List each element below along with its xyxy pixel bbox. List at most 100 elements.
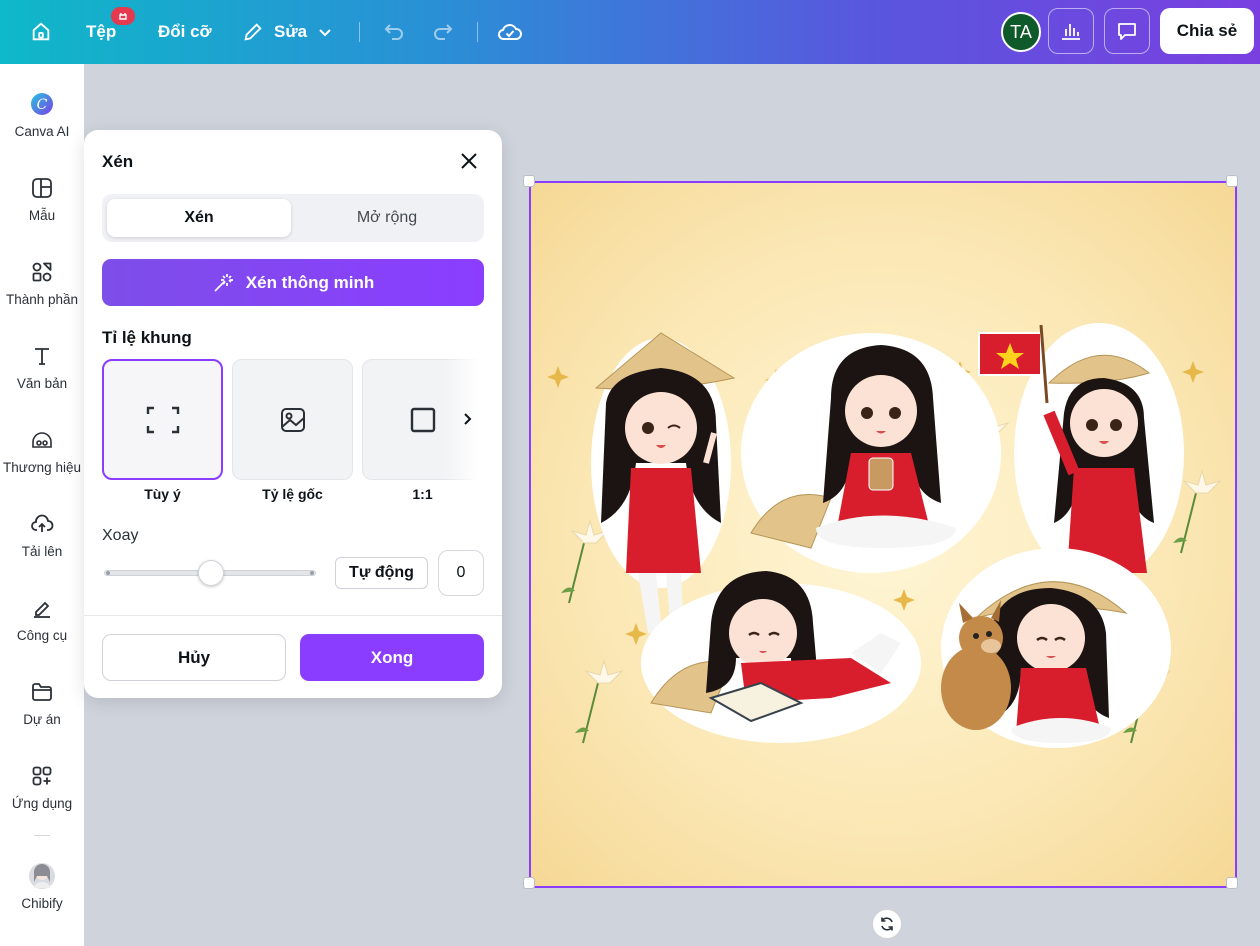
resize-handle-top-left[interactable] [523, 175, 535, 187]
square-icon [410, 407, 435, 432]
sidebar-item-label: Chibify [21, 896, 63, 911]
sidebar-divider [34, 835, 50, 836]
ratio-scroll-next[interactable] [456, 408, 478, 430]
rotate-value: 0 [456, 564, 466, 581]
edit-label: Sửa [274, 22, 308, 41]
sidebar-item-label: Tải lên [21, 544, 63, 559]
home-button[interactable] [22, 14, 60, 50]
sidebar-item-label: Ứng dụng [11, 796, 73, 811]
notification-badge [111, 7, 135, 25]
rotate-slider-thumb[interactable] [198, 560, 224, 586]
bug-icon [119, 13, 127, 20]
home-icon [32, 22, 50, 41]
sidebar-item-canva-ai[interactable]: C Canva AI [0, 90, 84, 139]
comment-button[interactable] [1104, 8, 1150, 54]
redo-icon [434, 24, 453, 40]
chibify-avatar [28, 862, 56, 890]
brand-icon [28, 426, 56, 454]
undo-button[interactable] [378, 16, 410, 48]
tools-icon [28, 594, 56, 622]
elements-icon [28, 258, 56, 286]
chibi-girl-hat-peace [591, 332, 736, 633]
slider-max-dot [310, 571, 314, 575]
ratio-label: Tỷ lệ gốc [262, 486, 323, 502]
resize-label: Đổi cỡ [158, 22, 212, 41]
resize-handle-bottom-left[interactable] [523, 877, 535, 889]
sidebar-item-text[interactable]: Văn bản [0, 342, 84, 391]
auto-rotate-button[interactable]: Tự động [335, 557, 428, 589]
edit-menu[interactable]: Sửa [242, 16, 333, 48]
chibi-stickers-artwork [547, 323, 1222, 748]
rotate-value-input[interactable]: 0 [438, 550, 484, 596]
sidebar-item-projects[interactable]: Dự án [0, 678, 84, 727]
sidebar-item-tools[interactable]: Công cụ [0, 594, 84, 643]
rotate-icon [881, 917, 893, 931]
sidebar-item-upload[interactable]: Tải lên [0, 510, 84, 559]
file-menu[interactable]: Tệp [86, 18, 116, 46]
smart-crop-label: Xén thông minh [245, 272, 375, 292]
ratio-option-freeform[interactable] [102, 359, 223, 480]
sidebar-item-elements[interactable]: Thành phần [0, 258, 84, 307]
comment-icon [1118, 23, 1136, 40]
sidebar-item-label: Thương hiệu [3, 460, 81, 475]
ratio-label: Tùy ý [144, 486, 181, 502]
tab-expand[interactable]: Mở rộng [295, 199, 479, 237]
resize-button[interactable]: Đổi cỡ [158, 18, 212, 46]
close-icon [461, 153, 477, 169]
bar-chart-icon [1062, 24, 1080, 40]
panel-divider [84, 615, 502, 616]
aspect-ratio-title: Tỉ lệ khung [102, 328, 192, 347]
slider-min-dot [106, 571, 110, 575]
sidebar-item-apps[interactable]: Ứng dụng [0, 762, 84, 811]
done-label: Xong [370, 647, 414, 667]
sidebar-item-label: Văn bản [16, 376, 68, 391]
left-sidebar: C Canva AI Mẫu Thành phần Văn bản Thương… [0, 64, 84, 946]
share-button[interactable]: Chia sẻ [1160, 8, 1254, 54]
chibi-girl-with-dog [941, 548, 1171, 748]
cloud-check-icon [497, 24, 522, 40]
magic-wand-icon [214, 273, 233, 292]
rotate-title: Xoay [102, 527, 139, 544]
close-button[interactable] [456, 148, 482, 174]
undo-icon [384, 24, 403, 40]
apps-icon [28, 762, 56, 790]
toolbar-divider [359, 22, 360, 42]
done-button[interactable]: Xong [300, 634, 484, 681]
image-icon [280, 407, 305, 432]
toolbar-divider [477, 22, 478, 42]
ratio-option-original[interactable] [232, 359, 353, 480]
chevron-down-icon [319, 29, 331, 37]
resize-handle-top-right[interactable] [1226, 175, 1238, 187]
canva-ai-icon: C [28, 90, 56, 118]
smart-crop-button[interactable]: Xén thông minh [102, 259, 484, 306]
freeform-crop-icon [146, 406, 179, 433]
chibi-girl-drink [741, 333, 1001, 573]
chibi-girl-reading [641, 571, 921, 743]
top-toolbar: Tệp Đổi cỡ Sửa TA Chia sẻ [0, 0, 1260, 64]
design-canvas-image[interactable] [529, 181, 1237, 888]
text-icon [28, 342, 56, 370]
share-label: Chia sẻ [1176, 21, 1238, 40]
sidebar-item-chibify[interactable]: Chibify [0, 862, 84, 911]
sidebar-item-templates[interactable]: Mẫu [0, 174, 84, 223]
crop-panel: Xén Xén Mở rộng Xén thông minh Tỉ lệ khu… [84, 130, 502, 698]
user-avatar[interactable]: TA [1001, 12, 1041, 52]
ratio-label: 1:1 [412, 486, 433, 502]
save-status-button[interactable] [492, 14, 528, 50]
redo-button[interactable] [427, 16, 459, 48]
cancel-button[interactable]: Hủy [102, 634, 286, 681]
auto-rotate-label: Tự động [349, 564, 414, 581]
sidebar-item-label: Dự án [23, 712, 61, 727]
insights-button[interactable] [1048, 8, 1094, 54]
tab-crop[interactable]: Xén [107, 199, 291, 237]
sidebar-item-label: Canva AI [14, 124, 70, 139]
rotate-handle[interactable] [872, 909, 902, 939]
avatar-initials: TA [1010, 21, 1032, 42]
folder-icon [28, 678, 56, 706]
templates-icon [28, 174, 56, 202]
sidebar-item-brand[interactable]: Thương hiệu [0, 426, 84, 475]
resize-handle-bottom-right[interactable] [1226, 877, 1238, 889]
chevron-right-icon [464, 413, 472, 425]
upload-icon [28, 510, 56, 538]
cancel-label: Hủy [177, 647, 211, 667]
